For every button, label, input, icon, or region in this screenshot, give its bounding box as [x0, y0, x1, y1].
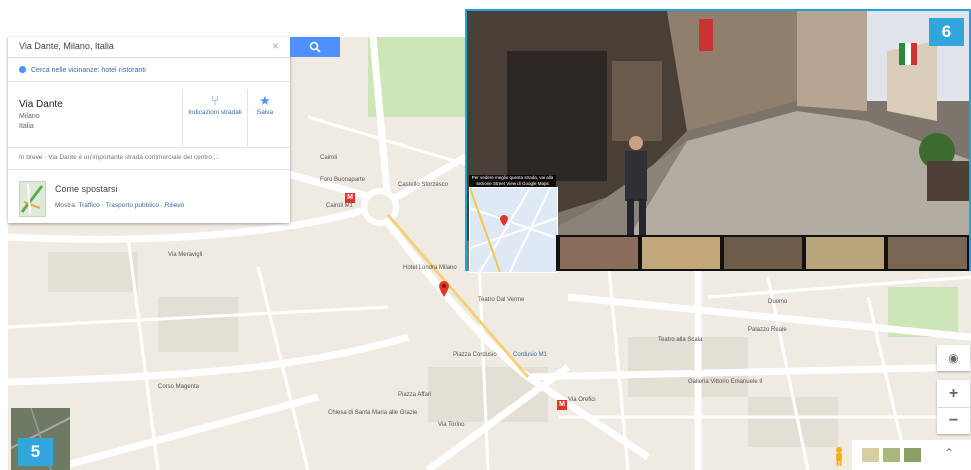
map-label: Castello Sforzesco — [398, 182, 449, 188]
map-label: Cairoli M1 — [326, 203, 354, 209]
transport-title: Come spostarsi — [55, 184, 118, 194]
map-label: Foro Buonaparte — [320, 177, 366, 183]
map-label: Hotel Londra Milano — [403, 265, 457, 271]
zoom-out-button[interactable]: − — [937, 408, 970, 434]
photo-thumbnail[interactable] — [642, 237, 720, 269]
place-panel: Via Dante, Milano, Italia × Cerca nelle … — [8, 37, 290, 223]
save-button[interactable]: ★ Salva — [233, 93, 297, 117]
close-icon[interactable]: × — [272, 39, 279, 53]
pegman-icon[interactable] — [833, 446, 845, 466]
minimap-title: Per vedere meglio questa strada, vai all… — [469, 175, 556, 187]
map-label: Via Orefici — [568, 397, 596, 403]
search-icon — [309, 41, 321, 53]
star-icon: ★ — [259, 93, 271, 108]
map-label: Piazza Cordusio — [453, 352, 497, 358]
search-button[interactable] — [290, 37, 340, 57]
show-label: Mostra: — [55, 202, 77, 209]
locate-icon: ◉ — [948, 351, 959, 365]
map-label: Cordusio M1 — [513, 352, 548, 358]
map-label: Palazzo Reale — [748, 327, 787, 333]
search-box[interactable]: Via Dante, Milano, Italia × — [8, 37, 290, 58]
divider — [8, 81, 290, 82]
map-label: Piazza Affari — [398, 392, 432, 398]
zoom-control: + − — [937, 380, 970, 434]
locate-button[interactable]: ◉ — [937, 345, 970, 371]
map-label: Duomo — [768, 299, 788, 305]
place-summary[interactable]: In breve · Via Dante è un'importante str… — [19, 154, 219, 161]
info-icon — [19, 66, 26, 73]
location-marker-icon[interactable] — [438, 280, 450, 298]
chevron-up-icon[interactable]: ⌃ — [944, 446, 954, 460]
map-label: Corso Magenta — [158, 384, 200, 390]
map-label: Galleria Vittorio Emanuele II — [688, 379, 763, 385]
photo-thumbnail[interactable] — [724, 237, 802, 269]
metro-icon: M — [557, 400, 567, 410]
search-input[interactable]: Via Dante, Milano, Italia — [19, 41, 114, 51]
map-label: Teatro alla Scala — [658, 337, 703, 343]
nearby-label: Cerca nelle vicinanze: hotel·ristoranti — [31, 67, 146, 74]
map-label: Teatro Dal Verme — [478, 297, 525, 303]
save-label: Salva — [256, 109, 274, 116]
place-city: Milano — [19, 113, 40, 120]
divider — [8, 169, 290, 170]
badge-6: 6 — [929, 18, 964, 46]
street-view-minimap[interactable] — [469, 187, 558, 273]
zoom-in-button[interactable]: + — [937, 380, 970, 408]
layer-thumbnail[interactable] — [904, 448, 921, 462]
divider — [8, 147, 290, 148]
photo-thumbnail[interactable] — [806, 237, 884, 269]
photo-thumbnail[interactable] — [560, 237, 638, 269]
public-transit-link[interactable]: Trasporto pubblico — [105, 202, 159, 209]
map-label: Cairoli — [320, 155, 338, 161]
separator: · — [101, 202, 104, 209]
map-label: Chiesa di Santa Maria alle Grazie — [328, 410, 418, 416]
place-country: Italia — [19, 123, 34, 130]
layer-thumbnail[interactable] — [883, 448, 900, 462]
street-view-thumbnail-strip[interactable] — [556, 235, 969, 271]
separator: · — [160, 202, 163, 209]
transport-options: Mostra: Traffico · Trasporto pubblico · … — [55, 202, 184, 209]
transport-thumbnail[interactable] — [19, 181, 46, 217]
nearby-search-link[interactable]: Cerca nelle vicinanze: hotel·ristoranti — [19, 66, 146, 74]
map-label: Via Meravigli — [168, 252, 203, 258]
terrain-link[interactable]: Rilievo — [165, 202, 185, 209]
photo-thumbnail[interactable] — [888, 237, 967, 269]
layer-thumbnail[interactable] — [862, 448, 879, 462]
traffic-link[interactable]: Traffico — [78, 202, 99, 209]
place-title: Via Dante — [19, 99, 63, 110]
badge-5: 5 — [18, 438, 53, 466]
map-label: Via Torino — [438, 422, 465, 428]
metro-icon: M — [345, 193, 355, 203]
